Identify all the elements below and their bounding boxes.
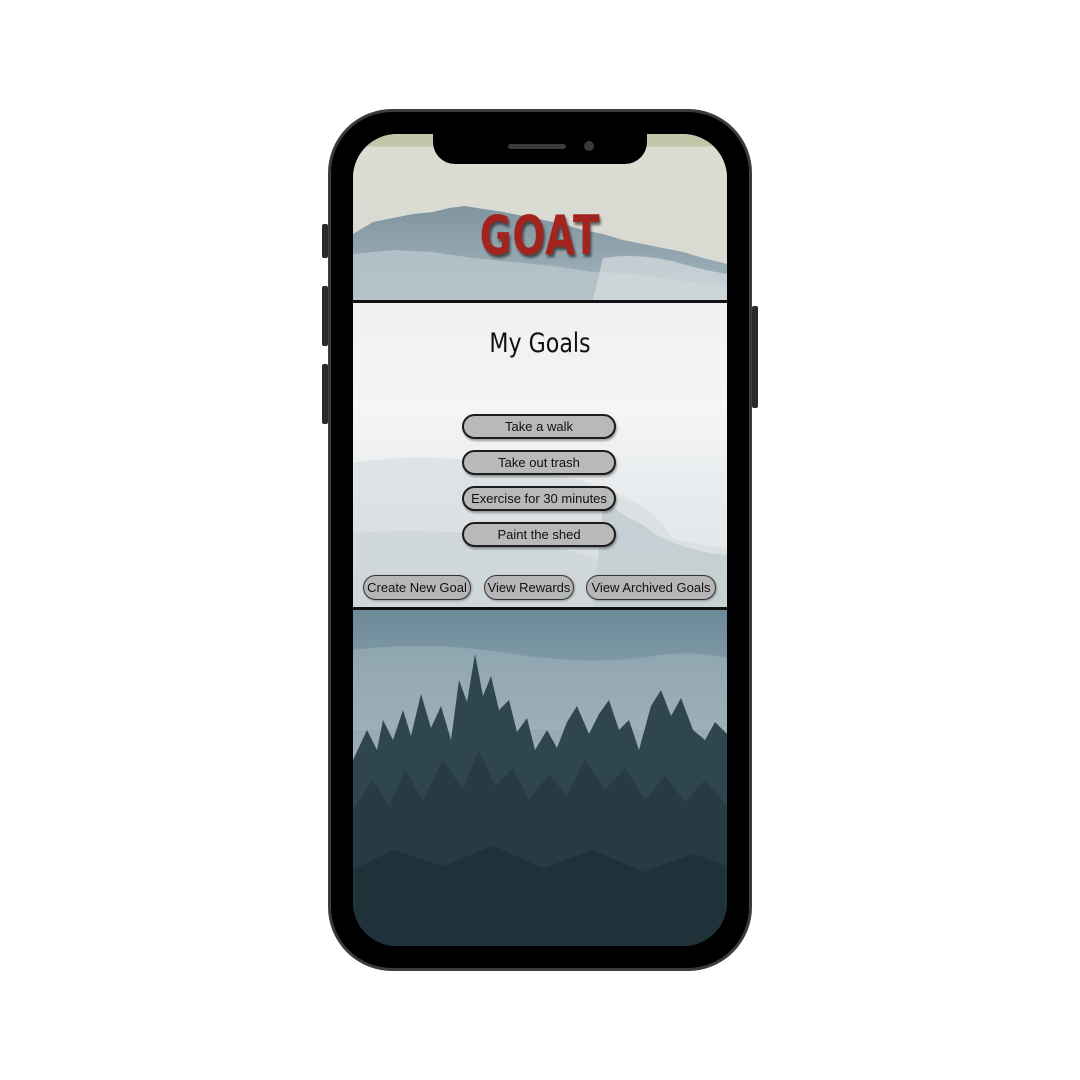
goal-item[interactable]: Exercise for 30 minutes	[462, 486, 616, 511]
phone-screen: GOAT My Goals Take a walk Take out trash…	[353, 134, 727, 946]
goals-panel: My Goals Take a walk Take out trash Exer…	[353, 300, 727, 610]
view-archived-goals-button[interactable]: View Archived Goals	[586, 575, 716, 600]
action-bar: Create New Goal View Rewards View Archiv…	[353, 575, 727, 601]
goal-list: Take a walk Take out trash Exercise for …	[462, 414, 616, 558]
forest-background	[353, 610, 727, 946]
goal-item[interactable]: Take a walk	[462, 414, 616, 439]
camera-icon	[584, 141, 594, 151]
speaker-icon	[508, 144, 566, 149]
view-rewards-button[interactable]: View Rewards	[484, 575, 574, 600]
power-button	[752, 306, 758, 408]
page-title: My Goals	[489, 328, 591, 359]
create-new-goal-button[interactable]: Create New Goal	[363, 575, 471, 600]
mockup-stage: GOAT My Goals Take a walk Take out trash…	[0, 0, 1080, 1080]
phone-notch	[433, 134, 647, 164]
forest-image	[353, 645, 727, 946]
goal-item[interactable]: Paint the shed	[462, 522, 616, 547]
goal-item[interactable]: Take out trash	[462, 450, 616, 475]
app-logo: GOAT	[479, 204, 601, 267]
